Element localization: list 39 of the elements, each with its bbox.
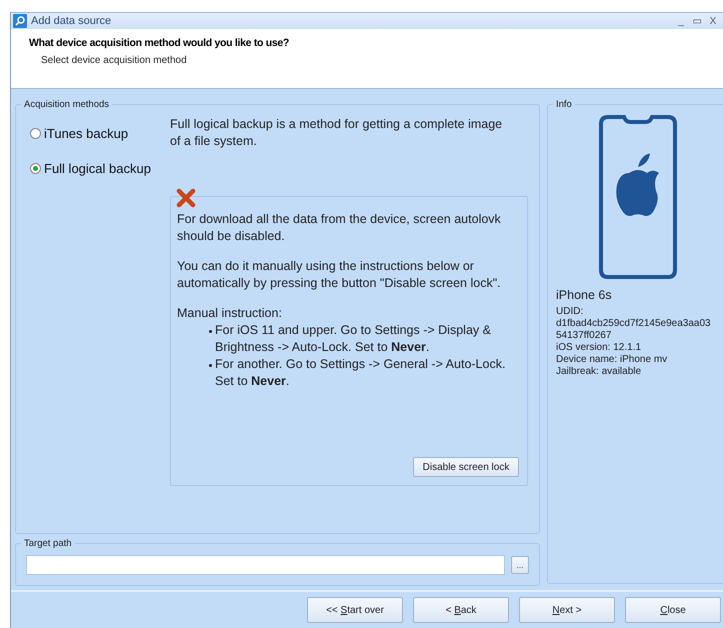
device-info-line: Jailbreak: available <box>556 366 642 378</box>
nav-button[interactable]: << Start over <box>307 597 403 623</box>
instruction-title: Manual instruction: <box>177 305 283 322</box>
step-title: What device acquisition method would you like to use? <box>29 37 290 49</box>
bullet-icon <box>209 330 212 333</box>
radio-option[interactable]: iTunes backup <box>30 126 170 141</box>
device-info-line: iOS version: 12.1.1 <box>556 342 642 354</box>
radio-button[interactable] <box>30 128 41 139</box>
device-info-line: Device name: iPhone mv <box>556 354 668 366</box>
window-control[interactable]: ▭ <box>691 15 703 27</box>
instruction-text: For iOS 11 and upper. Go to Settings -> Display & Brightness -> Auto-Lock. Set to Never. <box>215 322 492 356</box>
device-name: iPhone 6s <box>556 288 613 302</box>
nav-button[interactable]: < Back <box>413 597 509 623</box>
method-description: Full logical backup is a method for getting a complete image of a file system. <box>170 116 504 150</box>
disable-lock-button[interactable]: Disable screen lock <box>413 457 519 477</box>
radio-option[interactable]: Full logical backup <box>30 161 170 176</box>
window-control[interactable]: _ <box>675 16 687 26</box>
device-info-line: d1fbad4cb259cd7f2145e9ea3aa03 <box>556 318 712 330</box>
device-info-line: 54137ff0267 <box>556 330 612 342</box>
browse-button[interactable]: ... <box>511 556 529 574</box>
warning-text: For download all the data from the device, screen autolovk should be disabled. <box>177 211 502 245</box>
bullet-icon <box>209 364 212 367</box>
group-title: Target path <box>23 538 73 549</box>
radio-button[interactable] <box>30 163 41 174</box>
path-field[interactable] <box>26 555 505 575</box>
radio-label: Full logical backup <box>44 161 151 176</box>
error-icon <box>176 188 196 208</box>
group-title: Info <box>555 99 573 110</box>
window-control[interactable]: X <box>707 16 719 26</box>
window-title: Add data source <box>31 15 112 27</box>
radio-label: iTunes backup <box>44 126 128 141</box>
warning-text: You can do it manually using the instructions below or automatically by pressing the button "Disable screen lock". <box>177 258 502 292</box>
nav-button[interactable]: Close <box>625 597 721 623</box>
step-subtitle: Select device acquisition method <box>41 55 188 66</box>
device-info-line: UDID: <box>556 306 584 318</box>
group-title: Acquisition methods <box>23 99 110 110</box>
phone-icon <box>598 114 678 280</box>
instruction-text: For another. Go to Settings -> General -> Auto-Lock. Set to Never. <box>215 356 506 390</box>
nav-button[interactable]: Next > <box>519 597 615 623</box>
